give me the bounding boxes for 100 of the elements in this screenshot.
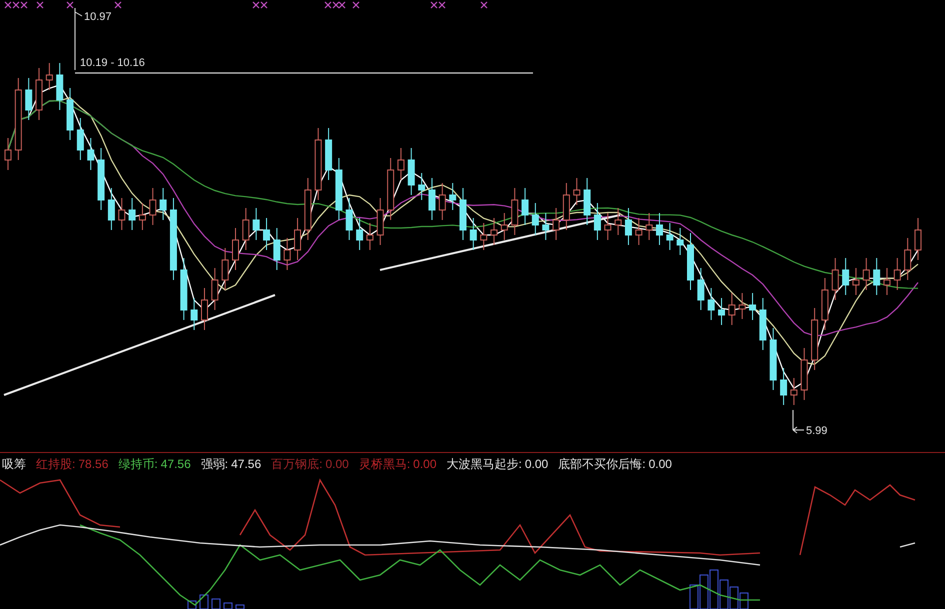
candlestick <box>480 222 488 250</box>
candlestick <box>873 258 880 296</box>
candlestick <box>770 328 777 390</box>
candlestick <box>304 178 312 240</box>
candlestick <box>604 212 612 240</box>
candlestick <box>635 218 642 246</box>
candlestick <box>500 212 508 240</box>
candlestick <box>738 292 746 320</box>
candlestick <box>832 258 839 300</box>
candlestick <box>542 212 550 240</box>
candlestick <box>522 188 529 226</box>
candlestick <box>4 138 12 170</box>
candlestick <box>56 62 64 110</box>
candlestick <box>325 128 332 180</box>
candlestick <box>438 182 446 220</box>
candlestick <box>883 268 890 296</box>
candlestick <box>160 188 167 220</box>
candlestick <box>222 248 229 290</box>
candlestick <box>211 268 218 310</box>
indicator-label: 底部不买你后悔: <box>558 456 646 473</box>
candlestick <box>646 212 653 240</box>
candlestick <box>98 148 105 210</box>
volume-bar <box>740 592 748 609</box>
indicator-label: 红持股: <box>36 456 76 473</box>
indicator-value: 78.56 <box>78 456 108 473</box>
candlestick <box>800 348 808 400</box>
candlestick <box>242 208 250 250</box>
candlestick <box>490 218 498 246</box>
candlestick <box>821 278 828 330</box>
candlestick <box>25 78 32 120</box>
candlestick <box>149 188 156 226</box>
indicator-value: 47.56 <box>160 456 191 473</box>
candlestick <box>470 218 477 250</box>
candlestick <box>108 188 115 230</box>
volume-bar <box>188 600 196 609</box>
candlestick <box>252 208 260 240</box>
candlestick <box>573 178 580 206</box>
candlestick <box>200 288 208 330</box>
volume-bar <box>224 602 232 609</box>
candlestick <box>656 212 663 246</box>
leader-line <box>74 8 82 70</box>
indicator-label: 灵桥黑马: <box>358 456 410 473</box>
candlestick <box>562 182 570 230</box>
indicator-label: 强弱: <box>200 456 228 473</box>
candlestick <box>128 198 136 230</box>
volume-bar <box>720 580 728 609</box>
candlestick <box>894 258 901 290</box>
candlestick <box>728 292 736 326</box>
candlestick <box>449 182 456 210</box>
candlestick <box>842 258 850 296</box>
cross-mark-icon <box>480 2 488 8</box>
candlestick <box>780 368 788 406</box>
price-label: 5.99 <box>806 425 828 437</box>
candlestick <box>418 172 426 200</box>
candlestick <box>687 232 694 290</box>
candlestick <box>790 378 798 406</box>
candlestick <box>36 68 43 120</box>
candlestick <box>584 178 591 226</box>
candlestick <box>273 228 280 270</box>
candlestick <box>46 62 53 90</box>
candlestick <box>138 202 146 230</box>
indicator-label: 绿持币: <box>118 456 158 473</box>
candlestick <box>862 258 870 290</box>
price-label: 10.97 <box>84 11 112 23</box>
candlestick <box>376 198 384 246</box>
candlestick <box>180 258 188 320</box>
candlestick <box>263 218 270 250</box>
candlestick <box>397 148 404 180</box>
indicator-label: 大波黑马起步: <box>446 456 522 473</box>
candlestick <box>904 238 912 280</box>
volume-bar <box>212 598 220 609</box>
indicator-value: 0.00 <box>648 456 672 473</box>
candlestick <box>811 308 818 370</box>
volume-bar <box>690 584 698 609</box>
candlestick <box>428 178 436 220</box>
candlestick <box>87 138 94 170</box>
candlestick <box>118 198 126 230</box>
candlestick <box>387 158 394 220</box>
indicator-value: 0.00 <box>325 456 349 473</box>
candlestick <box>366 222 374 250</box>
candlestick <box>346 198 353 240</box>
indicator-value: 0.00 <box>413 456 437 473</box>
candlestick <box>624 208 632 246</box>
indicator-label: 百万钢底: <box>271 456 322 473</box>
candlestick <box>852 268 860 296</box>
price-label: 10.19 - 10.16 <box>80 57 145 69</box>
volume-bar <box>710 570 718 609</box>
candlestick <box>708 288 715 320</box>
candlestick <box>284 238 291 270</box>
candlestick <box>532 202 539 236</box>
cross-mark-icon <box>114 2 122 8</box>
volume-bar <box>236 604 244 609</box>
candlestick <box>749 292 756 320</box>
candlestick <box>614 208 622 236</box>
candlestick <box>232 228 239 270</box>
candlestick <box>594 202 601 240</box>
candlestick <box>190 298 198 330</box>
indicator-value: 0.00 <box>524 456 548 473</box>
candlestick <box>460 188 466 240</box>
arrow-icon <box>792 410 804 434</box>
